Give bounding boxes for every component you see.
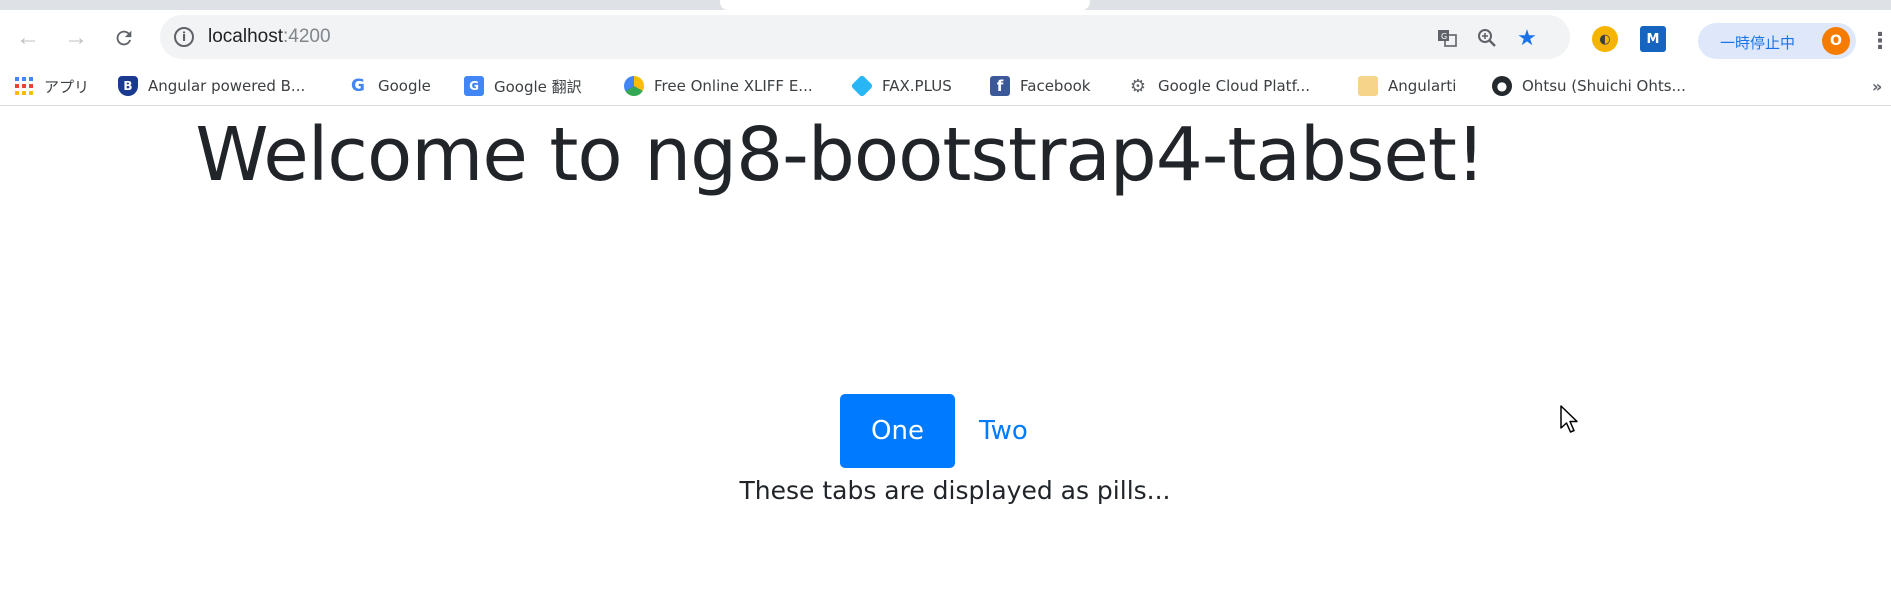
profile-initial: O — [1830, 33, 1842, 49]
bookmark-label: Ohtsu (Shuichi Ohts... — [1522, 77, 1686, 95]
gear-icon: ⚙ — [1129, 75, 1147, 97]
back-arrow-icon[interactable]: ← — [12, 22, 44, 54]
bookmark-label: アプリ — [44, 77, 90, 96]
page-title: Welcome to ng8-bootstrap4-tabset! — [195, 112, 1485, 198]
folder-icon — [1358, 76, 1378, 96]
tab-two-label: Two — [979, 416, 1028, 446]
browser-toolbar: ← → i localhost:4200 G ★ ◐ M 一時停止中 O ⋮ — [0, 10, 1891, 66]
apps-grid-icon — [14, 76, 34, 96]
bookmark-label: Facebook — [1020, 77, 1091, 95]
tab-one[interactable]: One — [840, 394, 955, 468]
tab-content-text: These tabs are displayed as pills... — [739, 476, 1171, 505]
bookmark-apps[interactable]: アプリ — [14, 74, 89, 98]
bookmark-label: Angularti — [1388, 77, 1457, 95]
bookmark-github-ohtsu[interactable]: ● Ohtsu (Shuichi Ohts... — [1492, 74, 1686, 98]
extension-m-icon[interactable]: M — [1640, 26, 1666, 52]
nav-pills: One Two — [840, 394, 1052, 468]
bookmark-xliff-editor[interactable]: Free Online XLIFF E... — [624, 74, 813, 98]
url-port: :4200 — [283, 26, 331, 47]
bookmark-label: Google 翻訳 — [494, 77, 582, 96]
profile-avatar: O — [1822, 27, 1850, 55]
google-g-icon: G — [351, 76, 365, 96]
translate-icon: G — [464, 76, 484, 96]
bookmark-star-icon[interactable]: ★ — [1514, 25, 1540, 51]
reload-icon[interactable] — [108, 22, 140, 54]
zoom-icon[interactable] — [1474, 25, 1500, 51]
url-text[interactable]: localhost:4200 — [208, 26, 331, 48]
translate-page-icon[interactable]: G — [1434, 25, 1460, 51]
facebook-icon: f — [990, 76, 1010, 96]
bookmark-label: FAX.PLUS — [882, 77, 952, 95]
bookmark-google-translate[interactable]: G Google 翻訳 — [464, 74, 582, 98]
bookmark-angularti-folder[interactable]: Angularti — [1358, 74, 1456, 98]
url-host: localhost — [208, 26, 283, 47]
kebab-menu-icon[interactable]: ⋮ — [1869, 26, 1891, 56]
bookmark-facebook[interactable]: f Facebook — [990, 74, 1090, 98]
sync-paused-label: 一時停止中 — [1720, 34, 1796, 52]
github-icon: ● — [1492, 76, 1512, 96]
bookmarks-overflow-icon[interactable]: » — [1872, 74, 1890, 98]
tab-strip — [0, 0, 1891, 10]
bookmark-google[interactable]: G Google — [348, 74, 431, 98]
bookmark-faxplus[interactable]: FAX.PLUS — [850, 74, 952, 98]
active-browser-tab[interactable] — [720, 0, 1090, 10]
shield-icon: B — [118, 76, 138, 96]
tab-one-label: One — [871, 416, 924, 446]
bookmark-google-cloud[interactable]: ⚙ Google Cloud Platf... — [1128, 74, 1310, 98]
svg-text:G: G — [1441, 32, 1447, 41]
forward-arrow-icon[interactable]: → — [60, 22, 92, 54]
bookmark-label: Google Cloud Platf... — [1158, 77, 1311, 95]
bookmarks-bar: アプリ B Angular powered B... G Google G Go… — [0, 66, 1891, 106]
fax-icon — [850, 74, 874, 98]
bookmark-label: Google — [378, 77, 431, 95]
site-info-icon[interactable]: i — [174, 27, 194, 47]
bookmark-label: Angular powered B... — [148, 77, 306, 95]
tab-two[interactable]: Two — [955, 394, 1052, 468]
mouse-pointer-icon — [1560, 405, 1578, 433]
globe-icon — [624, 76, 644, 96]
bookmark-angular-powered[interactable]: B Angular powered B... — [118, 74, 305, 98]
extension-m-label: M — [1646, 31, 1660, 47]
address-bar[interactable]: i localhost:4200 G ★ — [160, 15, 1570, 59]
sync-paused-chip[interactable]: 一時停止中 O — [1698, 23, 1856, 59]
bookmark-label: Free Online XLIFF E... — [654, 77, 813, 95]
extension-moon-icon[interactable]: ◐ — [1592, 26, 1618, 52]
